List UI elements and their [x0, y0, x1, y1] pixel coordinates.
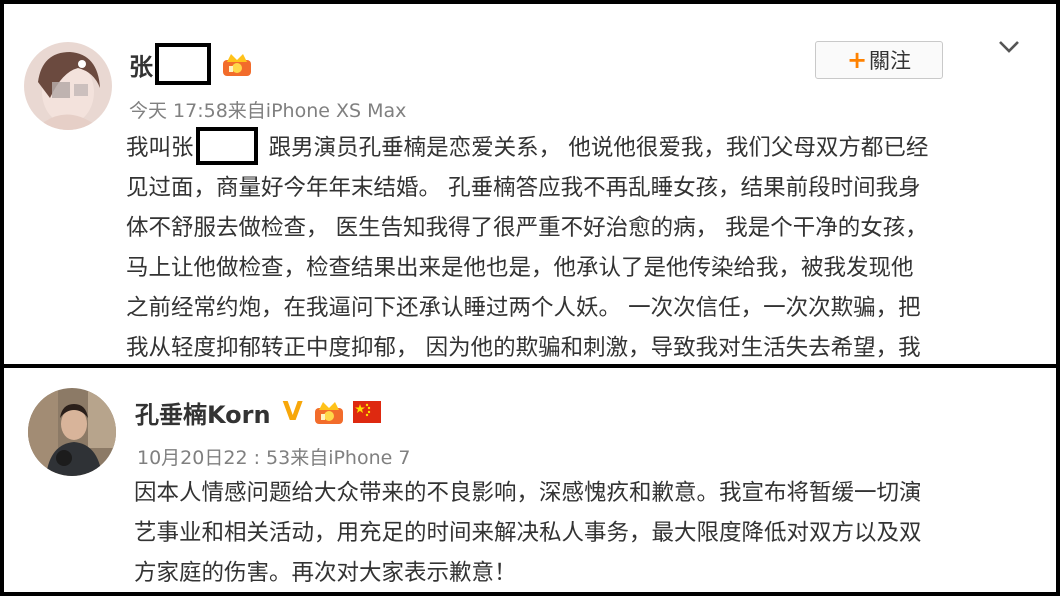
body-text-start: 我叫张	[126, 135, 194, 161]
body-line: 艺事业和相关活动，用充足的时间来解决私人事务，最大限度降低对双方以及双	[134, 520, 922, 546]
post-meta: 今天 17:58来自iPhone XS Max	[129, 100, 407, 122]
weibo-post-korn: 孔垂楠Korn V 10月20日22 : 53来自iPhone 7 因本人情感问…	[4, 368, 1056, 592]
chevron-down-icon[interactable]	[994, 34, 1024, 58]
user-name-row: 张	[129, 43, 253, 85]
post-meta: 10月20日22 : 53来自iPhone 7	[137, 447, 411, 469]
verified-icon[interactable]: V	[283, 397, 303, 427]
user-avatar[interactable]	[24, 42, 112, 130]
user-name[interactable]: 张	[129, 47, 153, 82]
body-line: 我叫张 跟男演员孔垂楠是恋爱关系， 他说他很爱我，我们父母双方都已经	[126, 126, 929, 168]
follow-button[interactable]: + 關注	[815, 41, 943, 79]
body-line: 我从轻度抑郁转正中度抑郁， 因为他的欺骗和刺激，导致我对生活失去希望，我	[126, 335, 921, 361]
body-text-rest: 跟男演员孔垂楠是恋爱关系， 他说他很爱我，我们父母双方都已经	[261, 135, 929, 161]
body-line: 体不舒服去做检查， 医生告知我得了很严重不好治愈的病， 我是个干净的女孩，	[126, 215, 928, 241]
body-line: 马上让他做检查，检查结果出来是他也是，他承认了是他传染给我，被我发现他	[126, 255, 914, 281]
china-flag-icon[interactable]	[352, 401, 381, 423]
plus-icon: +	[846, 46, 868, 74]
body-line: 因本人情感问题给大众带来的不良影响，深感愧疚和歉意。我宣布将暂缓一切演	[134, 480, 922, 506]
follow-label: 關注	[869, 49, 912, 73]
post-body: 因本人情感问题给大众带来的不良影响，深感愧疚和歉意。我宣布将暂缓一切演 艺事业和…	[134, 473, 922, 592]
user-avatar[interactable]	[28, 388, 116, 476]
user-name-row: 孔垂楠Korn V	[135, 392, 381, 432]
redaction-box	[195, 126, 258, 165]
body-line: 方家庭的伤害。再次对大家表示歉意！	[134, 560, 517, 586]
weibo-post-accuser: 张 今天 17:58来自iPhone XS Max + 關注 我叫张 跟男演员孔…	[4, 4, 1056, 364]
user-name[interactable]: 孔垂楠Korn	[135, 395, 271, 430]
post-body: 我叫张 跟男演员孔垂楠是恋爱关系， 他说他很爱我，我们父母双方都已经 见过面，商…	[126, 126, 929, 364]
redaction-box	[155, 43, 211, 85]
body-line: 之前经常约炮，在我逼问下还承认睡过两个人妖。 一次次信任，一次次欺骗，把	[126, 295, 921, 321]
member-crown-icon[interactable]	[221, 50, 253, 78]
member-crown-icon[interactable]	[313, 398, 345, 426]
body-line: 见过面，商量好今年年末结婚。 孔垂楠答应我不再乱睡女孩，结果前段时间我身	[126, 175, 921, 201]
